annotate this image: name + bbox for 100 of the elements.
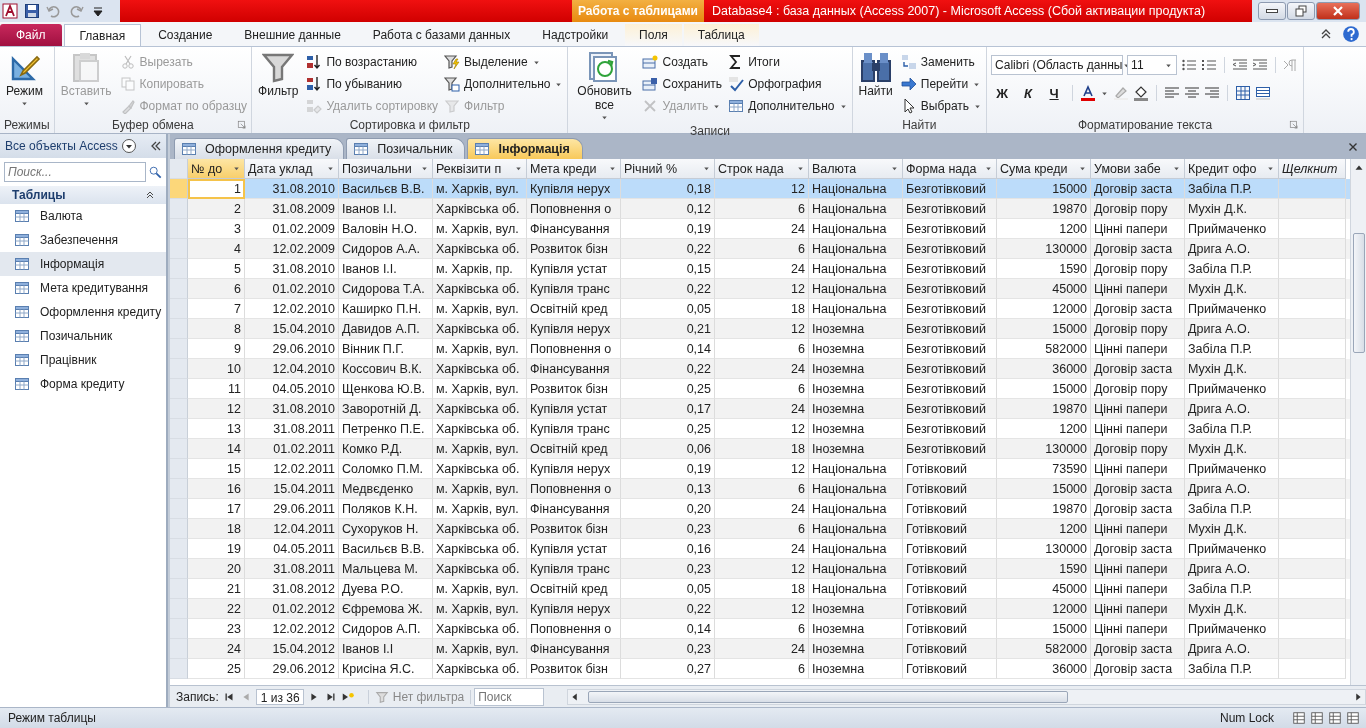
row-selector[interactable] — [170, 379, 188, 399]
column-header[interactable]: Реквізити п — [433, 159, 527, 179]
record-number-field[interactable]: 1 из 36 — [255, 688, 304, 705]
document-tab[interactable]: Позичальник — [346, 138, 466, 159]
vertical-scrollbar[interactable] — [1350, 159, 1366, 685]
row-selector[interactable] — [170, 499, 188, 519]
navigation-item[interactable]: Позичальник — [0, 324, 166, 348]
navigation-item[interactable]: Валюта — [0, 204, 166, 228]
row-color-icon[interactable] — [1255, 85, 1272, 101]
view-icon[interactable] — [1292, 711, 1306, 725]
ribbon-tab[interactable]: Работа с базами данных — [357, 24, 526, 46]
text-style-button[interactable]: Ч — [1043, 83, 1066, 103]
launcher-icon[interactable] — [1289, 120, 1300, 130]
ribbon-button[interactable]: По возрастанию — [306, 52, 439, 72]
row-selector[interactable] — [170, 239, 188, 259]
navigation-item[interactable]: Інформація — [0, 252, 166, 276]
navigation-item[interactable]: Оформлення кредиту — [0, 300, 166, 324]
ribbon-button[interactable]: Выделение — [444, 52, 564, 72]
column-header[interactable]: Мета креди — [527, 159, 621, 179]
row-selector[interactable] — [170, 359, 188, 379]
font-color-icon[interactable] — [1080, 85, 1097, 101]
dropdown-circle-icon[interactable] — [120, 138, 137, 154]
outdent-icon[interactable] — [1232, 57, 1249, 73]
ribbon-button[interactable]: Итоги — [728, 52, 848, 72]
row-selector[interactable] — [170, 419, 188, 439]
close-button[interactable] — [1316, 2, 1360, 20]
undo-icon[interactable] — [46, 3, 62, 19]
text-style-button[interactable]: Ж — [991, 83, 1014, 103]
column-header[interactable]: Сума креди — [997, 159, 1091, 179]
ribbon-button[interactable]: Сохранить — [642, 74, 723, 94]
row-selector[interactable] — [170, 539, 188, 559]
scrollbar-thumb[interactable] — [588, 690, 1069, 703]
launcher-icon[interactable] — [237, 120, 248, 130]
fill-bucket-icon[interactable] — [1133, 85, 1150, 101]
row-selector[interactable] — [170, 339, 188, 359]
navigation-item[interactable]: Працівник — [0, 348, 166, 372]
app-logo-icon[interactable] — [2, 3, 18, 19]
ribbon-tab[interactable]: Поля — [625, 24, 682, 46]
row-selector[interactable] — [170, 599, 188, 619]
row-selector[interactable] — [170, 639, 188, 659]
column-header[interactable]: № до — [188, 159, 245, 179]
minimize-button[interactable] — [1258, 2, 1286, 20]
row-selector[interactable] — [170, 259, 188, 279]
navigation-item[interactable]: Форма кредиту — [0, 372, 166, 396]
ribbon-button[interactable]: Дополнительно — [444, 74, 564, 94]
redo-icon[interactable] — [68, 3, 84, 19]
column-header[interactable]: Строк нада — [715, 159, 809, 179]
column-header[interactable]: Дата уклад — [245, 159, 339, 179]
column-header[interactable]: Щелкнит — [1279, 159, 1346, 179]
navigation-item[interactable]: Забезпечення — [0, 228, 166, 252]
view-icon[interactable] — [1346, 711, 1360, 725]
ribbon-button[interactable]: По убыванию — [306, 74, 439, 94]
numbered-list-icon[interactable] — [1201, 57, 1218, 73]
view-icon[interactable] — [1310, 711, 1324, 725]
ribbon-button[interactable]: Создать — [642, 52, 723, 72]
ribbon-button[interactable]: Фильтр — [256, 49, 301, 100]
gridlines-icon[interactable] — [1235, 85, 1252, 101]
column-header[interactable]: Умови забе — [1091, 159, 1185, 179]
help-icon[interactable] — [1342, 25, 1360, 43]
row-selector[interactable] — [170, 519, 188, 539]
align-left-icon[interactable] — [1164, 85, 1181, 101]
ribbon-button[interactable]: Орфография — [728, 74, 848, 94]
view-icon[interactable] — [1328, 711, 1342, 725]
horizontal-scrollbar[interactable] — [567, 688, 1366, 705]
font-dropdown[interactable]: Calibri (Область данны — [991, 55, 1124, 75]
search-icon[interactable] — [148, 165, 162, 179]
row-selector[interactable] — [170, 619, 188, 639]
row-selector[interactable] — [170, 179, 188, 199]
column-header[interactable]: Валюта — [809, 159, 903, 179]
row-selector[interactable] — [170, 319, 188, 339]
column-header[interactable]: Форма нада — [903, 159, 997, 179]
row-selector[interactable] — [170, 479, 188, 499]
row-selector[interactable] — [170, 219, 188, 239]
search-field[interactable]: Поиск... — [4, 162, 146, 182]
align-right-icon[interactable] — [1204, 85, 1221, 101]
row-selector[interactable] — [170, 279, 188, 299]
column-header[interactable]: Річний % — [621, 159, 715, 179]
text-style-button[interactable]: К — [1017, 83, 1040, 103]
align-center-icon[interactable] — [1184, 85, 1201, 101]
column-header[interactable]: Позичальни — [339, 159, 433, 179]
restore-button[interactable] — [1287, 2, 1315, 20]
row-selector[interactable] — [170, 559, 188, 579]
save-icon[interactable] — [24, 3, 40, 19]
font-size-dropdown[interactable]: 11 — [1127, 55, 1178, 75]
row-selector[interactable] — [170, 659, 188, 679]
bullet-list-icon[interactable] — [1181, 57, 1198, 73]
chevron-up-icon[interactable] — [144, 189, 156, 201]
navigation-item[interactable]: Мета кредитування — [0, 276, 166, 300]
row-selector[interactable] — [170, 299, 188, 319]
ribbon-tab[interactable]: Главная — [63, 24, 142, 46]
ribbon-tab[interactable]: Создание — [143, 24, 228, 46]
ribbon-tab[interactable]: Надстройки — [527, 24, 624, 46]
row-selector[interactable] — [170, 199, 188, 219]
ribbon-button[interactable]: Перейти — [900, 74, 983, 94]
row-selector[interactable] — [170, 459, 188, 479]
ribbon-tab[interactable]: Таблица — [683, 24, 759, 46]
document-tab[interactable]: Інформація — [467, 138, 583, 159]
ribbon-button[interactable]: Дополнительно — [728, 96, 848, 116]
row-selector[interactable] — [170, 579, 188, 599]
select-all-corner[interactable] — [170, 159, 188, 179]
